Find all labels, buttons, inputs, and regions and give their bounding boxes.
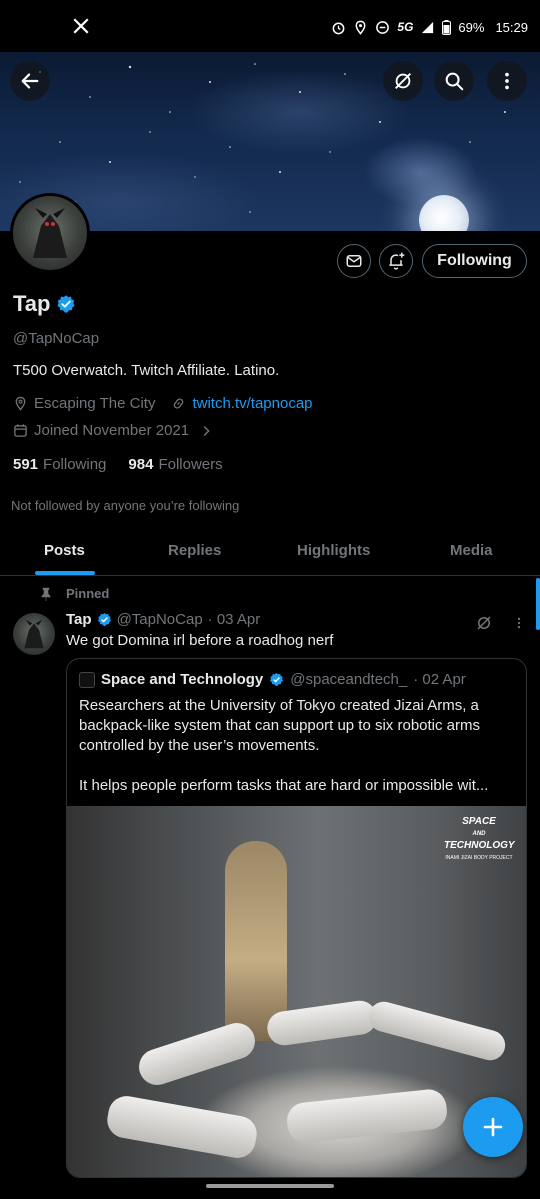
post-author-name[interactable]: Tap bbox=[66, 611, 92, 628]
back-button[interactable] bbox=[10, 61, 50, 101]
not-followed-text: Not followed by anyone you’re following bbox=[11, 498, 240, 513]
post-text: We got Domina irl before a roadhog nerf bbox=[66, 632, 334, 649]
grok-button[interactable] bbox=[383, 61, 423, 101]
home-indicator[interactable] bbox=[206, 1184, 334, 1188]
battery-level: 69% bbox=[458, 19, 485, 35]
following-button[interactable]: Following bbox=[422, 244, 527, 278]
quoted-post-paragraph-2: It helps people perform tasks that are h… bbox=[79, 777, 489, 794]
plus-icon bbox=[483, 1117, 503, 1137]
video-person bbox=[225, 841, 287, 1041]
quoted-post-date: · 02 Apr bbox=[413, 671, 466, 688]
tab-posts[interactable]: Posts bbox=[44, 542, 85, 559]
dnd-icon bbox=[376, 20, 390, 34]
pin-icon bbox=[41, 587, 51, 601]
tab-highlights[interactable]: Highlights bbox=[297, 542, 370, 559]
location-status-icon bbox=[355, 20, 366, 35]
video-robot-arm bbox=[104, 1093, 260, 1161]
network-type: 5G bbox=[397, 20, 414, 34]
more-vertical-icon bbox=[517, 617, 521, 629]
watermark-line-and: AND bbox=[472, 831, 486, 837]
avatar-figure bbox=[33, 208, 67, 258]
profile-website-link[interactable]: twitch.tv/tapnocap bbox=[192, 395, 312, 412]
watermark-subtitle: INAMI JIZAI BODY PROJECT bbox=[445, 855, 513, 861]
more-button[interactable] bbox=[487, 61, 527, 101]
verified-badge-icon[interactable] bbox=[56, 294, 76, 314]
arrow-left-icon bbox=[21, 73, 39, 89]
video-robot-arm bbox=[365, 998, 509, 1064]
post-author-handle[interactable]: @TapNoCap bbox=[117, 611, 203, 628]
status-bar: 5G 69% 15:29 bbox=[0, 0, 540, 52]
quoted-post-text: Researchers at the University of Tokyo c… bbox=[79, 696, 519, 816]
profile-handle: @TapNoCap bbox=[13, 330, 100, 347]
tab-replies[interactable]: Replies bbox=[168, 542, 221, 559]
link-icon bbox=[174, 398, 184, 409]
grok-icon bbox=[395, 73, 411, 89]
quoted-author-avatar bbox=[79, 671, 95, 688]
x-logo-icon bbox=[73, 18, 89, 34]
more-vertical-icon bbox=[505, 72, 509, 90]
quoted-post[interactable]: Space and Technology @spaceandtech_ · 02… bbox=[66, 658, 527, 1178]
video-robot-arm bbox=[285, 1087, 449, 1145]
avatar-figure-small bbox=[24, 619, 44, 649]
verified-badge-icon bbox=[97, 612, 111, 627]
clock: 15:29 bbox=[495, 19, 528, 35]
chevron-right-icon bbox=[203, 425, 210, 436]
mail-icon bbox=[346, 255, 362, 267]
search-icon bbox=[445, 72, 464, 91]
quoted-post-header: Space and Technology @spaceandtech_ · 02… bbox=[79, 671, 466, 688]
post-author-avatar[interactable] bbox=[13, 613, 55, 655]
profile-joined-row[interactable]: Joined November 2021 bbox=[13, 422, 213, 439]
search-button[interactable] bbox=[434, 61, 474, 101]
message-button[interactable] bbox=[337, 244, 371, 278]
pinned-label-row: Pinned bbox=[40, 586, 109, 601]
profile-name: Tap bbox=[13, 291, 51, 316]
post-header: Tap @TapNoCap · 03 Apr bbox=[66, 611, 260, 628]
quoted-post-paragraph-1: Researchers at the University of Tokyo c… bbox=[79, 697, 481, 754]
profile-name-row: Tap bbox=[13, 291, 76, 317]
followers-count: 984 bbox=[128, 456, 154, 473]
profile-avatar[interactable] bbox=[10, 193, 90, 273]
calendar-icon bbox=[14, 424, 27, 437]
following-count: 591 bbox=[13, 456, 39, 473]
battery-icon bbox=[442, 19, 452, 35]
quoted-author-handle: @spaceandtech_ bbox=[290, 671, 408, 688]
notify-button[interactable] bbox=[379, 244, 413, 278]
grok-icon bbox=[477, 616, 491, 630]
profile-meta-row: Escaping The City twitch.tv/tapnocap bbox=[13, 395, 313, 412]
following-count-link[interactable]: 591 Following bbox=[13, 456, 106, 473]
watermark-line-1: SPACE bbox=[462, 816, 496, 827]
video-watermark: SPACE AND TECHNOLOGY INAMI JIZAI BODY PR… bbox=[444, 816, 515, 864]
scroll-indicator bbox=[536, 578, 540, 630]
follow-counts: 591 Following 984 Followers bbox=[13, 456, 223, 473]
profile-location: Escaping The City bbox=[34, 395, 156, 412]
bell-plus-icon bbox=[389, 252, 405, 270]
quoted-post-video[interactable]: SPACE AND TECHNOLOGY INAMI JIZAI BODY PR… bbox=[67, 806, 526, 1177]
compose-button[interactable] bbox=[463, 1097, 523, 1157]
active-tab-indicator bbox=[35, 571, 95, 575]
quoted-author-name: Space and Technology bbox=[101, 671, 264, 688]
followers-label: Followers bbox=[158, 456, 223, 473]
following-label: Following bbox=[43, 456, 107, 473]
signal-icon bbox=[422, 21, 434, 33]
pinned-label: Pinned bbox=[66, 586, 110, 601]
video-robot-arm bbox=[134, 1018, 260, 1090]
alarm-icon bbox=[333, 22, 345, 34]
profile-joined: Joined November 2021 bbox=[34, 422, 190, 439]
tab-media[interactable]: Media bbox=[450, 542, 493, 559]
post-grok-button[interactable] bbox=[470, 609, 498, 637]
status-icons: 5G 69% 15:29 bbox=[331, 18, 528, 36]
watermark-line-2: TECHNOLOGY bbox=[444, 840, 515, 851]
followers-count-link[interactable]: 984 Followers bbox=[128, 456, 222, 473]
location-pin-icon bbox=[15, 396, 26, 411]
post-date[interactable]: · 03 Apr bbox=[208, 611, 261, 628]
post-more-button[interactable] bbox=[506, 609, 532, 637]
verified-badge-icon bbox=[270, 672, 284, 687]
profile-tabs: Posts Replies Highlights Media bbox=[0, 530, 540, 576]
profile-bio: T500 Overwatch. Twitch Affiliate. Latino… bbox=[13, 362, 280, 379]
